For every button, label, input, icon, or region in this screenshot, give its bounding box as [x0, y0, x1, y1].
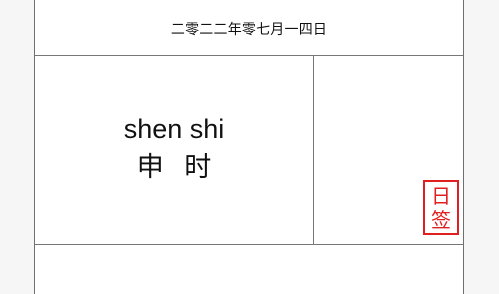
time-panel: shen shi 申 时 [35, 56, 314, 244]
main-row: shen shi 申 时 日 签 [35, 56, 463, 245]
stamp-panel: 日 签 [314, 56, 463, 244]
period-pinyin: shen shi [123, 114, 225, 144]
calendar-card: 二零二二年零七月一四日 shen shi 申 时 日 签 [34, 0, 464, 294]
stamp-line-2: 签 [431, 207, 451, 232]
period-hanzi: 申 时 [136, 152, 218, 183]
stamp-line-1: 日 [431, 183, 451, 208]
date-text: 二零二二年零七月一四日 [170, 21, 328, 38]
day-sign-stamp: 日 签 [423, 180, 459, 235]
page-stage: 二零二二年零七月一四日 shen shi 申 时 日 签 [0, 0, 499, 294]
date-header: 二零二二年零七月一四日 [35, 0, 463, 56]
footer-row [35, 245, 463, 294]
